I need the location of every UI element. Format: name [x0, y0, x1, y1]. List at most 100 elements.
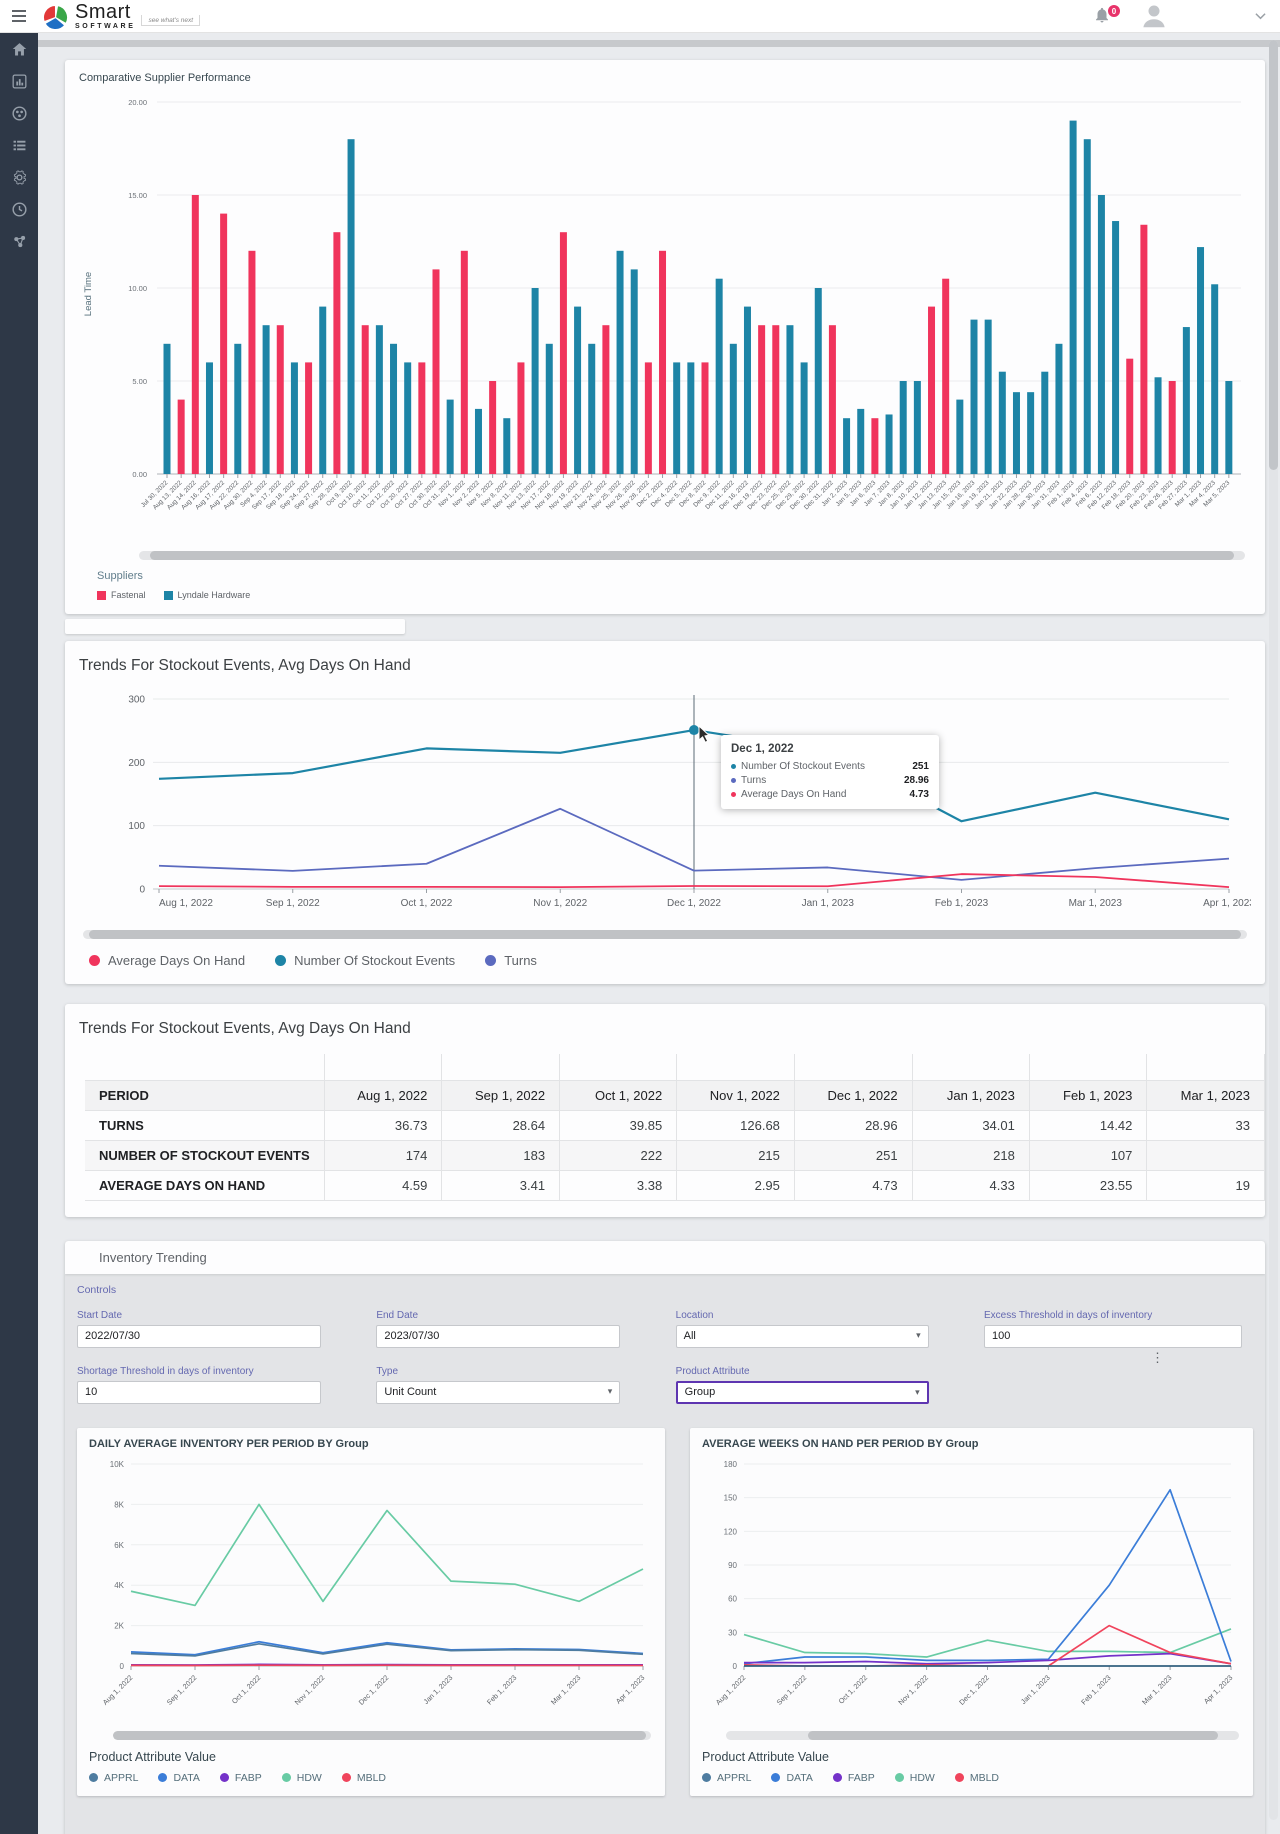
attribute-legend-item-apprl[interactable]: APPRL [702, 1772, 751, 1784]
daily-chart-title: DAILY AVERAGE INVENTORY PER PERIOD BY Gr… [89, 1437, 369, 1450]
attribute-legend-item-hdw[interactable]: HDW [894, 1771, 935, 1784]
attribute-legend-item-data[interactable]: DATA [771, 1771, 813, 1784]
trends-legend: Average Days On Hand Number Of Stockout E… [89, 953, 1251, 968]
field-value: All [683, 1330, 696, 1342]
legend-item-fastenal[interactable]: Fastenal [97, 590, 146, 600]
field-label: Type [376, 1365, 399, 1377]
input-end-date[interactable]: 2023/07/30 [376, 1324, 621, 1348]
table-blank-cell [559, 1054, 678, 1080]
weeks-on-hand-chart[interactable]: 180 150 120 90 60 30 0 Aug 1, 2022 Sep 1, 2022 Oc… [702, 1450, 1243, 1731]
svg-text:0.00: 0.00 [132, 470, 147, 479]
trends-legend-item-number-of-stockout-events[interactable]: Number Of Stockout Events [275, 953, 455, 968]
legend-label: MBLD [356, 1771, 387, 1784]
svg-text:Apr 1, 2023: Apr 1, 2023 [614, 1673, 647, 1706]
table-cell: 251 [793, 1139, 913, 1171]
top-bar: Smart SOFTWARE see what's next 0 [0, 0, 1280, 33]
supplier-chart-scrollbar[interactable] [139, 551, 1245, 560]
table-row-days: AVERAGE DAYS ON HAND [85, 1169, 325, 1201]
attribute-legend-item-mbld[interactable]: MBLD [341, 1771, 387, 1784]
sidebar-item-bar-chart[interactable] [0, 66, 38, 97]
notifications-button[interactable]: 0 [1093, 4, 1121, 26]
table-blank-cell [85, 1054, 325, 1080]
trends-legend-item-turns[interactable]: Turns [485, 953, 537, 968]
attribute-legend-item-fabp[interactable]: FABP [832, 1771, 875, 1784]
logo-pie-icon [43, 4, 69, 30]
svg-text:0: 0 [733, 1662, 738, 1671]
table-blank-cell [1028, 1054, 1148, 1080]
tooltip-series-value: 28.96 [903, 775, 929, 786]
legend-swatch [163, 590, 173, 600]
tooltip-row: Turns 28.96 [731, 775, 929, 786]
select-location[interactable]: All ▾ [675, 1324, 929, 1348]
tooltip-series-dot [731, 764, 736, 769]
daily-inventory-chart[interactable]: 10K 8K 6K 4K 2K 0 Aug 1, 2022 Sep 1, 2022 Oct 1,… [89, 1450, 655, 1731]
legend-label: Fastenal [111, 590, 146, 600]
table-cell: 4.59 [323, 1169, 443, 1201]
sidebar-item-nodes-share[interactable] [0, 226, 38, 257]
logo-subtitle: SOFTWARE [75, 22, 136, 30]
field-product-attribute: Product Attribute Group ▾ [675, 1366, 929, 1404]
legend-label: HDW [909, 1771, 935, 1784]
legend-dot [89, 955, 100, 966]
weeks-chart-scrollbar[interactable] [726, 1730, 1239, 1740]
input-excess-threshold-in-days-of-inventory[interactable]: 100 [983, 1324, 1242, 1348]
svg-text:Jan 1, 2023: Jan 1, 2023 [421, 1673, 454, 1706]
select-product-attribute[interactable]: Group ▾ [675, 1380, 929, 1404]
select-type[interactable]: Unit Count ▾ [376, 1380, 621, 1404]
attribute-legend-item-apprl[interactable]: APPRL [89, 1772, 138, 1784]
table-blank-cell [676, 1054, 795, 1080]
legend-dot [771, 1773, 781, 1782]
sidebar-item-home[interactable] [0, 34, 38, 65]
sidebar-item-dashboard-wheel[interactable] [0, 98, 38, 129]
legend-dot [281, 1773, 291, 1782]
daily-chart-scrollbar[interactable] [113, 1730, 651, 1740]
legend-item-lyndale-hardware[interactable]: Lyndale Hardware [163, 590, 250, 600]
legend-label: Number Of Stockout Events [294, 953, 456, 968]
table-cell: Aug 1, 2022 [323, 1079, 443, 1111]
trends-line-chart[interactable]: 0 100 200 300 Aug 1, 2022 Sep 1, 2022 Oct 1, 2… [79, 683, 1255, 928]
svg-text:Aug 1, 2022: Aug 1, 2022 [159, 898, 213, 909]
legend-label: FABP [847, 1771, 875, 1784]
attribute-legend-item-data[interactable]: DATA [158, 1771, 200, 1784]
svg-text:60: 60 [728, 1594, 737, 1603]
trends-chart-scrollbar[interactable] [83, 930, 1247, 939]
legend-dot [89, 1773, 98, 1782]
svg-text:Oct 1, 2022: Oct 1, 2022 [230, 1673, 263, 1706]
attribute-legend-item-hdw[interactable]: HDW [281, 1772, 322, 1784]
table-row-turns: TURNS [85, 1109, 325, 1141]
svg-text:10.00: 10.00 [128, 284, 147, 293]
input-start-date[interactable]: 2022/07/30 [77, 1324, 321, 1348]
svg-text:120: 120 [724, 1527, 738, 1536]
list-icon [13, 140, 25, 151]
supplier-bar-chart[interactable]: 20.00 15.00 10.00 5.00 0.00 Lead Time Jul 30, … [79, 84, 1251, 551]
trends-chart-card: Trends For Stockout Events, Avg Days On … [65, 641, 1265, 984]
bar-chart-icon [12, 74, 26, 89]
table-cell: 174 [323, 1139, 443, 1171]
field-label: Start Date [77, 1309, 123, 1321]
table-cell: Jan 1, 2023 [911, 1079, 1030, 1111]
hamburger-menu-icon[interactable] [0, 10, 38, 22]
input-shortage-threshold-in-days-of-inventory[interactable]: 10 [77, 1380, 321, 1404]
legend-label: DATA [173, 1771, 200, 1784]
sidebar-item-history-clock[interactable] [0, 194, 38, 225]
chevron-down-icon[interactable] [1255, 12, 1266, 20]
sidebar-item-list[interactable] [0, 130, 38, 161]
controls-menu-icon[interactable]: ⋮ [1151, 1350, 1164, 1366]
svg-text:Nov 1, 2022: Nov 1, 2022 [293, 1673, 327, 1707]
legend-label: APPRL [717, 1771, 752, 1784]
table-cell: 33 [1146, 1109, 1265, 1141]
legend-label: DATA [786, 1771, 813, 1784]
suppliers-legend-title: Suppliers [97, 570, 143, 582]
table-blank-cell [323, 1054, 443, 1080]
vertical-scrollbar[interactable] [1269, 40, 1278, 1820]
sidebar-item-settings-gear[interactable] [0, 162, 38, 193]
table-cell: 222 [559, 1139, 678, 1171]
svg-text:Jan 1, 2023: Jan 1, 2023 [802, 898, 855, 909]
user-avatar[interactable] [1139, 1, 1169, 31]
attribute-legend-item-fabp[interactable]: FABP [219, 1772, 262, 1784]
dashboard-wheel-icon [11, 106, 27, 121]
trends-legend-item-average-days-on-hand[interactable]: Average Days On Hand [89, 953, 245, 968]
attribute-legend-item-mbld[interactable]: MBLD [954, 1772, 999, 1784]
table-cell: Nov 1, 2022 [676, 1079, 795, 1111]
horizontal-scrollbar-top[interactable] [38, 40, 1280, 47]
